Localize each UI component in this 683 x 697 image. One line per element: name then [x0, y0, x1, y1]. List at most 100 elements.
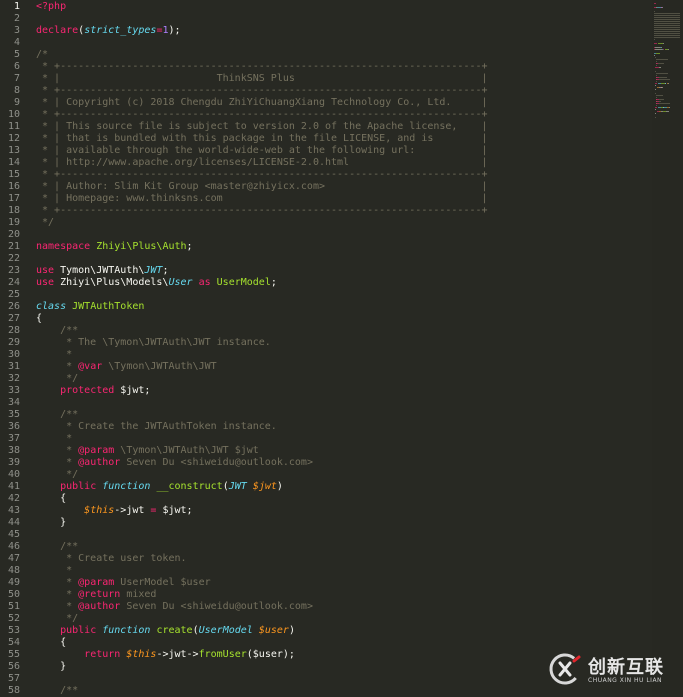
watermark-logo: 创新互联 CHUANG XIN HU LIAN: [548, 650, 678, 690]
code-token: * +-------------------------------------…: [36, 205, 488, 216]
minimap-line: [655, 65, 657, 66]
code-line[interactable]: * @return mixed: [36, 589, 650, 601]
code-token: Zhiyi\Plus\Models\: [54, 277, 169, 288]
code-token: use: [36, 277, 55, 288]
line-number: 11: [7, 121, 20, 132]
line-number: 17: [7, 193, 20, 204]
minimap-line: [655, 81, 657, 82]
code-line[interactable]: * | This source file is subject to versi…: [36, 121, 650, 133]
code-editor[interactable]: 1 2 3 4 5 6 7 8 9 10 11 12 13 14 15 16 17 18 19 20 21 22 23 24 2…: [0, 0, 650, 697]
line-number: 45: [7, 529, 20, 540]
line-number: 2: [13, 13, 20, 24]
code-line[interactable]: * @author Seven Du <shiweidu@outlook.com…: [36, 457, 650, 469]
line-number: 4: [13, 37, 20, 48]
code-line[interactable]: public function create(UserModel $user): [36, 625, 650, 637]
code-line[interactable]: * | Homepage: www.thinksns.com |: [36, 193, 650, 205]
code-line[interactable]: * Create user token.: [36, 553, 650, 565]
code-token: *: [36, 565, 73, 576]
code-line[interactable]: * +-------------------------------------…: [36, 85, 650, 97]
minimap-line: [659, 103, 671, 104]
code-line[interactable]: [36, 529, 650, 541]
code-line[interactable]: * @author Seven Du <shiweidu@outlook.com…: [36, 601, 650, 613]
code-line[interactable]: /**: [36, 409, 650, 421]
code-line[interactable]: [36, 37, 650, 49]
minimap-line: [654, 23, 681, 24]
code-line[interactable]: public function __construct(JWT $jwt): [36, 481, 650, 493]
code-token: );: [168, 25, 181, 36]
code-line[interactable]: * +-------------------------------------…: [36, 61, 650, 73]
code-line[interactable]: * +-------------------------------------…: [36, 169, 650, 181]
line-number: 47: [7, 553, 20, 564]
code-line[interactable]: protected $jwt;: [36, 385, 650, 397]
code-line[interactable]: {: [36, 313, 650, 325]
code-line[interactable]: {: [36, 493, 650, 505]
line-number: 50: [7, 589, 20, 600]
code-line[interactable]: */: [36, 469, 650, 481]
code-token: * +-------------------------------------…: [36, 109, 488, 120]
code-token: JWTAuthToken: [72, 301, 145, 312]
code-line[interactable]: declare(strict_types=1);: [36, 25, 650, 37]
minimap-line: [654, 25, 681, 26]
code-token: {: [36, 637, 67, 648]
minimap-line: [654, 13, 681, 14]
code-line[interactable]: */: [36, 373, 650, 385]
minimap-line: [654, 3, 656, 4]
line-number: 38: [7, 445, 20, 456]
code-line[interactable]: [36, 13, 650, 25]
code-line[interactable]: [36, 253, 650, 265]
code-token: protected: [60, 385, 115, 396]
code-line[interactable]: * @param \Tymon\JWTAuth\JWT $jwt: [36, 445, 650, 457]
line-number: 30: [7, 349, 20, 360]
code-line[interactable]: * @param UserModel $user: [36, 577, 650, 589]
code-line[interactable]: * @var \Tymon\JWTAuth\JWT: [36, 361, 650, 373]
code-line[interactable]: * | that is bundled with this package in…: [36, 133, 650, 145]
code-token: */: [36, 613, 79, 624]
code-line[interactable]: <?php: [36, 1, 650, 13]
code-line[interactable]: /**: [36, 541, 650, 553]
code-line[interactable]: * | Author: Slim Kit Group <master@zhiyi…: [36, 181, 650, 193]
code-line[interactable]: /**: [36, 325, 650, 337]
code-token: function: [102, 625, 151, 636]
code-token: * | Homepage: www.thinksns.com |: [36, 193, 488, 204]
code-line[interactable]: * | available through the world-wide-web…: [36, 145, 650, 157]
code-line[interactable]: [36, 289, 650, 301]
line-number: 10: [7, 109, 20, 120]
code-token: UserModel: [216, 277, 271, 288]
code-line[interactable]: * +-------------------------------------…: [36, 109, 650, 121]
code-line[interactable]: *: [36, 565, 650, 577]
code-line[interactable]: *: [36, 349, 650, 361]
minimap[interactable]: [652, 0, 683, 697]
code-line[interactable]: $this->jwt = $jwt;: [36, 505, 650, 517]
code-line[interactable]: use Tymon\JWTAuth\JWT;: [36, 265, 650, 277]
code-line[interactable]: * | ThinkSNS Plus |: [36, 73, 650, 85]
code-line[interactable]: class JWTAuthToken: [36, 301, 650, 313]
code-line[interactable]: */: [36, 217, 650, 229]
code-line[interactable]: /*: [36, 49, 650, 61]
code-line[interactable]: * | http://www.apache.org/licenses/LICEN…: [36, 157, 650, 169]
code-line[interactable]: {: [36, 637, 650, 649]
code-token: /**: [36, 409, 79, 420]
code-line[interactable]: *: [36, 433, 650, 445]
line-number: 33: [7, 385, 20, 396]
minimap-line: [654, 31, 681, 32]
code-line[interactable]: use Zhiyi\Plus\Models\User as UserModel;: [36, 277, 650, 289]
code-line[interactable]: * The \Tymon\JWTAuth\JWT instance.: [36, 337, 650, 349]
code-token: \Tymon\JWTAuth\JWT: [102, 361, 217, 372]
code-token: as: [198, 277, 211, 288]
code-token: * | that is bundled with this package in…: [36, 133, 488, 144]
line-number: 20: [7, 229, 20, 240]
code-line[interactable]: * Create the JWTAuthToken instance.: [36, 421, 650, 433]
minimap-line: [655, 117, 657, 118]
code-line[interactable]: * +-------------------------------------…: [36, 205, 650, 217]
code-token: /**: [36, 685, 79, 696]
code-line[interactable]: namespace Zhiyi\Plus\Auth;: [36, 241, 650, 253]
code-line[interactable]: [36, 229, 650, 241]
line-number: 37: [7, 433, 20, 444]
code-line[interactable]: }: [36, 517, 650, 529]
code-line[interactable]: * | Copyright (c) 2018 Chengdu ZhiYiChua…: [36, 97, 650, 109]
line-number: 24: [7, 277, 20, 288]
code-line[interactable]: */: [36, 613, 650, 625]
code-token: ): [288, 625, 295, 636]
code-line[interactable]: [36, 397, 650, 409]
line-number: 51: [7, 601, 20, 612]
